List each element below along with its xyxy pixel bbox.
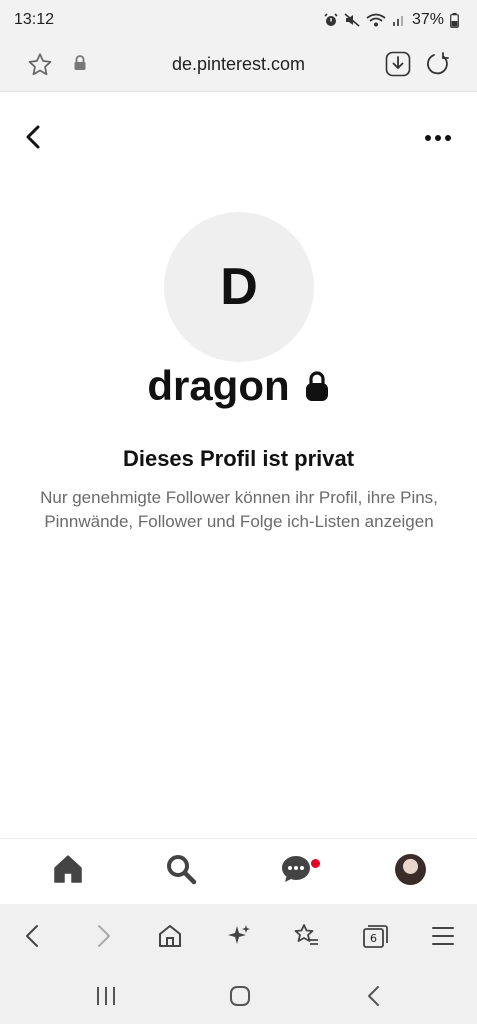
battery-percent: 37% [411, 11, 444, 28]
private-lock-icon [305, 371, 328, 401]
sparkle-icon[interactable] [225, 922, 253, 950]
browser-toolbar: 6 [0, 904, 477, 968]
menu-icon[interactable] [430, 922, 456, 950]
wifi-icon [366, 13, 386, 27]
tab-count: 6 [370, 932, 377, 945]
profile-avatar-large: D [164, 212, 314, 362]
forward-icon[interactable] [90, 922, 116, 950]
recents-icon[interactable] [94, 984, 118, 1008]
tabs-icon[interactable]: 6 [361, 922, 389, 950]
status-icons: 37% [324, 11, 459, 29]
system-nav-bar [0, 968, 477, 1024]
signal-icon [392, 16, 403, 26]
status-bar: 13:12 37% [0, 0, 477, 40]
alarm-icon [324, 13, 338, 26]
private-title: Dieses Profil ist privat [122, 446, 355, 471]
home-icon[interactable] [156, 922, 184, 950]
battery-icon [450, 12, 459, 28]
profile-name: dragon [147, 362, 290, 409]
status-time: 13:12 [14, 11, 55, 28]
private-description: Nur genehmigte Follower können ihr Profi… [40, 488, 438, 531]
search-icon[interactable] [165, 853, 197, 885]
profile-name-row: dragon [0, 362, 477, 410]
more-options-icon[interactable] [424, 126, 452, 150]
system-back-icon[interactable] [364, 984, 384, 1008]
back-icon[interactable] [20, 922, 46, 950]
notification-dot [311, 859, 320, 868]
reload-icon[interactable] [424, 51, 450, 77]
profile-avatar[interactable] [395, 854, 426, 885]
back-chevron-icon[interactable] [22, 124, 46, 150]
browser-url-bar[interactable]: de.pinterest.com [0, 40, 477, 92]
profile-initial: D [220, 258, 258, 316]
messages-icon[interactable] [280, 853, 312, 885]
mute-icon [344, 13, 360, 27]
download-icon[interactable] [385, 51, 411, 77]
home-icon[interactable] [52, 853, 84, 885]
system-home-icon[interactable] [228, 984, 252, 1008]
bookmarks-icon[interactable] [292, 922, 320, 950]
